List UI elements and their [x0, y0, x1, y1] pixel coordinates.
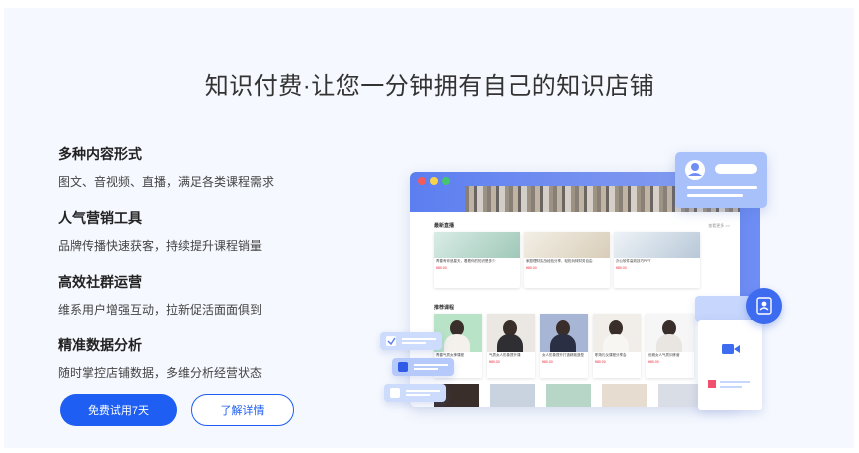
checklist-chip [392, 358, 454, 376]
learn-more-button[interactable]: 了解详情 [191, 394, 294, 426]
live-card-image [524, 232, 610, 258]
course-card-image [593, 314, 641, 352]
course-card: 职场礼仪课程分享会 ¥80.00 [593, 314, 641, 378]
feature-description: 维系用户增强互动，拉新促活面面俱到 [58, 303, 263, 317]
page-headline: 知识付费·让您一分钟拥有自己的知识店铺 [204, 73, 655, 100]
feature-description: 品牌传播快速获客，持续提升课程销量 [58, 239, 263, 253]
live-card: 家庭理财实战经验分享，轻松玩转财务自由 ¥80.00 [524, 232, 610, 288]
live-card: 办公软件高效技巧PPT ¥80.00 [614, 232, 700, 288]
course-card-title: 气质女人形象提升课 [489, 353, 521, 357]
page: 知识付费·让您一分钟拥有自己的知识店铺 多种内容形式 图文、音视频、直播，满足各… [0, 0, 859, 453]
feature-description: 随时掌控店铺数据，多维分析经营状态 [58, 366, 263, 380]
window-max-dot [442, 177, 450, 185]
live-card-price: ¥80.00 [616, 266, 627, 270]
course-card-title: 优雅女人气质训练营 [648, 353, 680, 357]
free-trial-button[interactable]: 免费试用7天 [60, 394, 177, 426]
live-card: 青春有你追星天，看看你的知识是多少 ¥80.00 [434, 232, 520, 288]
live-card-image [614, 232, 700, 258]
course-card-image [540, 314, 588, 352]
checkbox-icon [390, 388, 440, 398]
window-min-dot [430, 177, 438, 185]
course-card-price: ¥80.00 [489, 360, 500, 364]
course-card: 气质女人形象提升课 ¥80.00 [487, 314, 535, 378]
feature-community: 高效社群运营 维系用户增强互动，拉新促活面面俱到 [58, 272, 262, 318]
checkbox-icon [398, 362, 448, 372]
feature-content-types: 多种内容形式 图文、音视频、直播，满足各类课程需求 [58, 144, 274, 190]
course-card-title: 女人形象提升打造精致造型 [542, 353, 584, 357]
live-card-title: 家庭理财实战经验分享，轻松玩转财务自由 [526, 259, 593, 263]
course-card-image [487, 314, 535, 352]
live-card-image [434, 232, 520, 258]
user-badge-icon [746, 288, 782, 324]
feature-title: 人气营销工具 [58, 210, 142, 226]
course-card-image [646, 314, 694, 352]
course-card: 女人形象提升打造精致造型 ¥80.00 [540, 314, 588, 378]
checklist-chip [384, 384, 446, 402]
user-avatar-icon [685, 160, 757, 197]
video-card [698, 320, 762, 410]
live-card-price: ¥80.00 [526, 266, 537, 270]
course-card-price: ¥80.00 [542, 360, 553, 364]
course-card-price: ¥80.00 [595, 360, 606, 364]
live-card-title: 办公软件高效技巧PPT [616, 259, 651, 263]
live-section-title: 最新直播 [434, 223, 455, 229]
window-close-dot [418, 177, 426, 185]
course-card-price: ¥80.00 [648, 360, 659, 364]
feature-description: 图文、音视频、直播，满足各类课程需求 [58, 175, 275, 189]
course-card-title: 职场礼仪课程分享会 [595, 353, 627, 357]
checklist-chip [380, 332, 442, 350]
info-chip [695, 296, 751, 322]
user-profile-card [675, 152, 767, 208]
feature-title: 多种内容形式 [58, 146, 142, 162]
feature-data-analysis: 精准数据分析 随时掌控店铺数据，多维分析经营状态 [58, 335, 262, 381]
live-card-price: ¥80.00 [436, 266, 447, 270]
course-section-title: 推荐课程 [434, 305, 455, 311]
feature-marketing-tools: 人气营销工具 品牌传播快速获客，持续提升课程销量 [58, 208, 262, 254]
check-icon [386, 336, 436, 346]
live-card-title: 青春有你追星天，看看你的知识是多少 [436, 259, 496, 263]
feature-title: 高效社群运营 [58, 274, 142, 290]
course-card: 优雅女人气质训练营 ¥80.00 [646, 314, 694, 378]
store-illustration: 最新直播 查看更多 >> 青春有你追星天，看看你的知识是多少 ¥80.00 家庭… [370, 148, 790, 418]
video-icon [708, 344, 750, 388]
id-card-icon [756, 297, 772, 315]
feature-title: 精准数据分析 [58, 337, 142, 353]
course-row-partial [434, 384, 714, 407]
live-more-link: 查看更多 >> [708, 223, 730, 228]
